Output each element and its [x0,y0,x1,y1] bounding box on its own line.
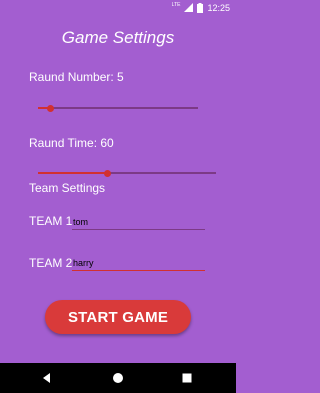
team2-name-input[interactable] [72,255,205,271]
status-icons: LTE 12:25 [172,1,230,14]
team-settings-heading: Team Settings [29,181,106,195]
team1-label: TEAM 1 [29,214,73,228]
slider-thumb[interactable] [47,104,55,112]
home-icon[interactable] [111,371,125,385]
status-bar: LTE 12:25 [0,0,236,15]
team2-label: TEAM 2 [29,256,73,270]
battery-icon [197,2,204,13]
slider-fill [38,172,108,174]
round-time-slider[interactable] [38,167,216,179]
round-number-slider[interactable] [38,102,198,114]
signal-icon [184,3,194,12]
page-title: Game Settings [61,28,175,47]
navigation-bar [0,363,236,393]
start-game-button[interactable]: START GAME [45,300,191,334]
back-icon[interactable] [40,371,54,385]
slider-track [38,107,198,109]
round-number-label: Raund Number: 5 [29,70,124,84]
slider-thumb[interactable] [103,169,111,177]
round-time-label: Raund Time: 60 [29,136,114,150]
network-type: LTE [171,1,181,8]
team1-name-input[interactable] [72,214,205,230]
clock: 12:25 [207,2,230,13]
recents-icon[interactable] [180,371,194,385]
